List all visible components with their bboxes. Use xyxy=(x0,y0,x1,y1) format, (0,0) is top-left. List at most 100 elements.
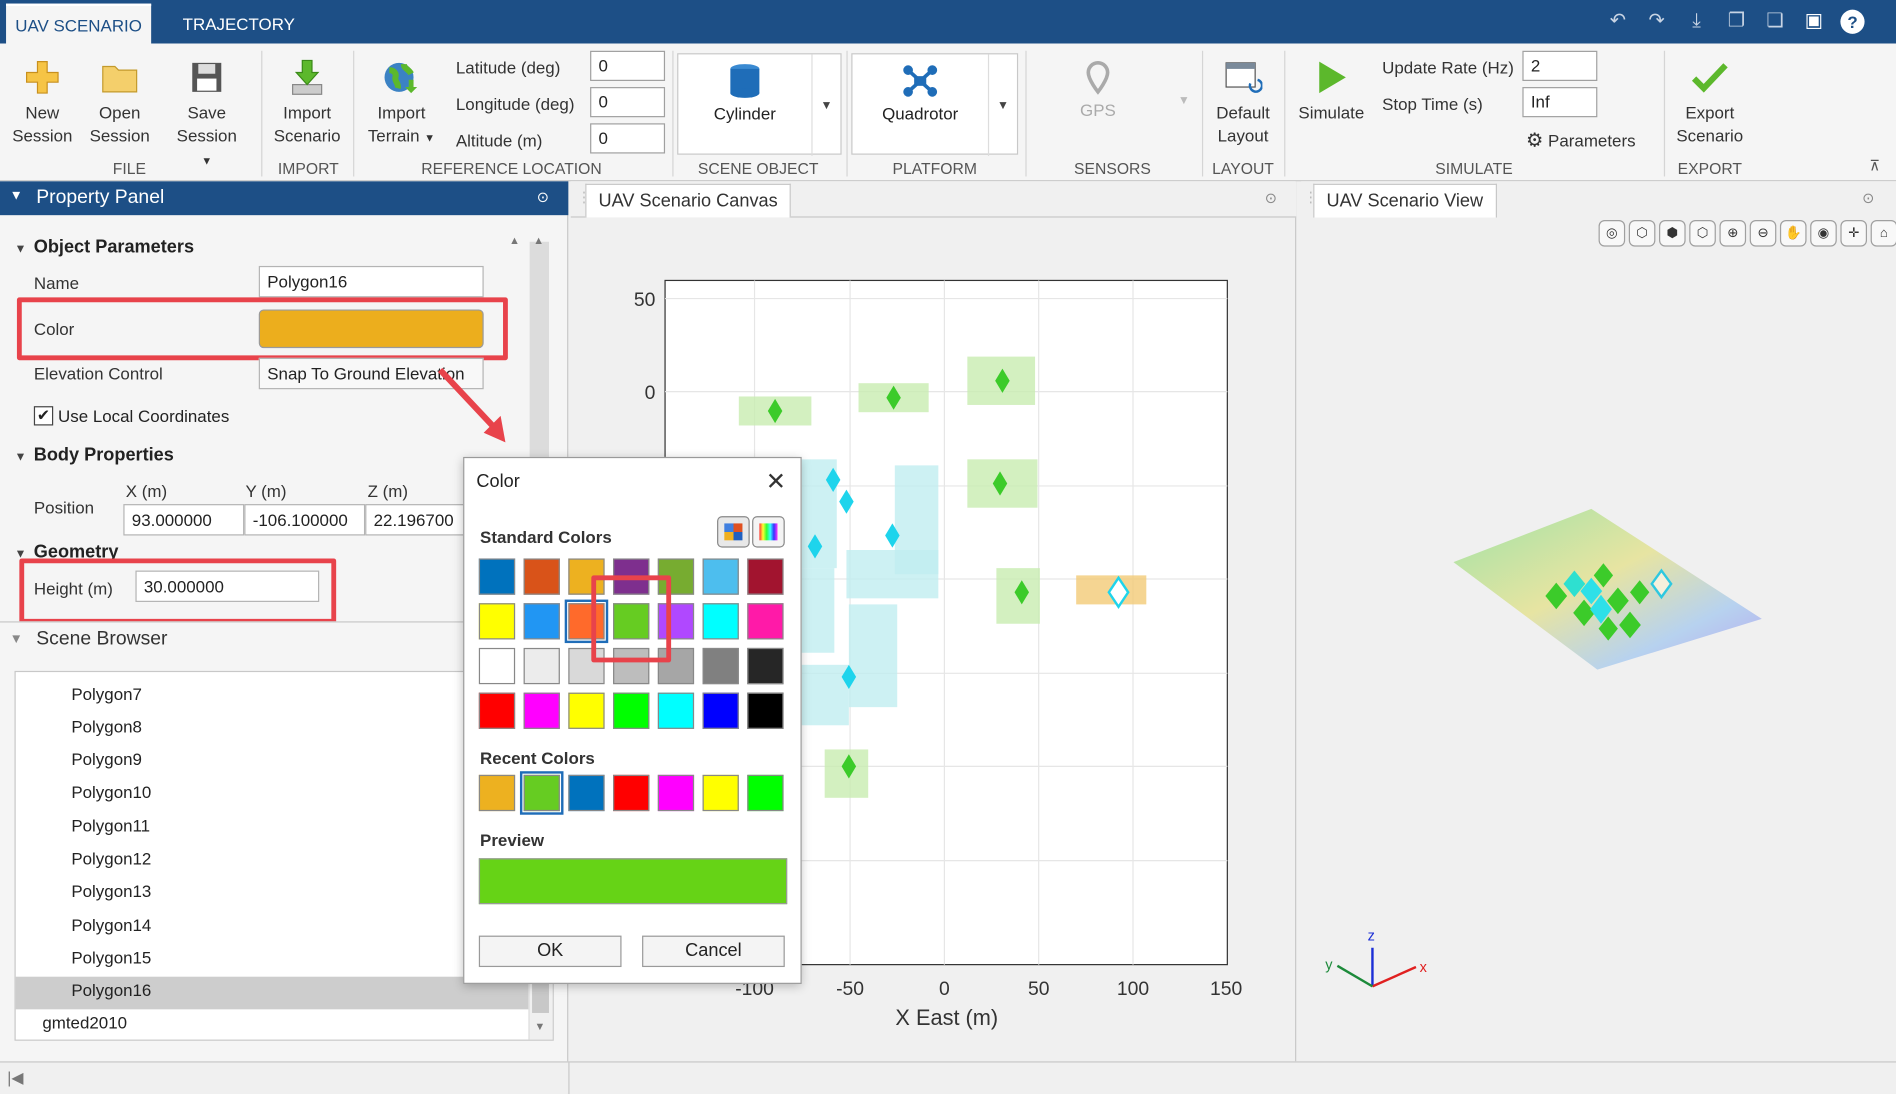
color-swatch[interactable] xyxy=(702,603,739,640)
data-cursor-icon[interactable]: ✛ xyxy=(1840,220,1868,247)
close-icon[interactable]: ✕ xyxy=(766,467,786,497)
color-swatch[interactable] xyxy=(523,647,560,685)
view-tab[interactable]: UAV Scenario View xyxy=(1313,183,1497,218)
pan-hand-icon[interactable]: ✋ xyxy=(1779,220,1807,247)
scroll-thumb[interactable] xyxy=(532,981,549,1013)
quadrotor-item[interactable]: Quadrotor xyxy=(852,54,987,123)
open-session-button[interactable]: Open Session xyxy=(85,53,155,147)
simulate-button[interactable]: Simulate xyxy=(1291,53,1371,124)
custom-color-button[interactable] xyxy=(752,516,785,548)
import-terrain-button[interactable]: Import Terrain ▼ xyxy=(358,53,445,150)
recent-color-swatch[interactable] xyxy=(657,774,695,812)
panel-menu-icon[interactable]: ⊙ xyxy=(1265,190,1277,207)
chevron-down-icon[interactable]: ▼ xyxy=(811,54,840,156)
export-scenario-button[interactable]: Export Scenario xyxy=(1669,53,1751,147)
tree-item[interactable]: Polygon13 xyxy=(71,881,151,900)
copy-icon[interactable]: ❐ xyxy=(1724,10,1748,34)
palette-view-button[interactable] xyxy=(717,516,750,548)
recent-color-swatch[interactable] xyxy=(478,774,516,812)
tree-item[interactable]: Polygon16 xyxy=(71,980,151,999)
polygon[interactable] xyxy=(848,604,898,708)
tab-uav-scenario[interactable]: UAV SCENARIO xyxy=(6,3,152,44)
color-swatch[interactable] xyxy=(747,558,784,595)
recent-color-swatch[interactable] xyxy=(613,774,650,812)
new-session-button[interactable]: New Session xyxy=(7,53,77,147)
cube-front-icon[interactable]: ⬢ xyxy=(1659,220,1686,247)
color-swatch[interactable] xyxy=(523,603,560,640)
update-rate-input[interactable]: 2 xyxy=(1522,50,1598,81)
color-swatch[interactable] xyxy=(747,647,784,685)
default-layout-button[interactable]: Default Layout xyxy=(1207,53,1280,147)
polygon[interactable] xyxy=(800,664,849,726)
parameters-button[interactable]: ⚙ Parameters xyxy=(1526,128,1636,152)
cancel-button[interactable]: Cancel xyxy=(642,935,785,968)
cylinder-item[interactable]: Cylinder xyxy=(678,54,811,123)
color-swatch[interactable] xyxy=(657,692,695,729)
cube-top-icon[interactable]: ⬡ xyxy=(1628,220,1656,247)
cube-side-icon[interactable]: ⬡ xyxy=(1689,220,1716,247)
tree-item[interactable]: Polygon12 xyxy=(71,849,151,868)
tree-item[interactable]: Polygon9 xyxy=(71,749,142,768)
home-icon[interactable]: ⌂ xyxy=(1870,220,1896,247)
chevron-down-icon[interactable]: ▼ xyxy=(987,54,1017,156)
tree-item[interactable]: Polygon11 xyxy=(71,816,150,835)
zoom-in-icon[interactable]: ⊕ xyxy=(1719,220,1747,247)
color-swatch[interactable] xyxy=(747,603,784,640)
color-swatch[interactable] xyxy=(702,558,739,595)
body-properties-section[interactable]: ▼ Body Properties xyxy=(15,445,174,466)
recent-color-swatch[interactable] xyxy=(702,774,739,812)
longitude-input[interactable]: 0 xyxy=(590,87,666,118)
collapse-icon[interactable]: ▼ xyxy=(10,632,23,647)
tree-item[interactable]: Polygon15 xyxy=(71,948,151,967)
recent-color-swatch[interactable] xyxy=(568,774,605,812)
tree-item[interactable]: Polygon7 xyxy=(71,684,142,703)
color-swatch[interactable] xyxy=(568,692,605,729)
latitude-input[interactable]: 0 xyxy=(590,50,666,81)
cut-icon[interactable]: ⤓ xyxy=(1684,10,1708,34)
color-swatch[interactable] xyxy=(478,603,516,640)
collapse-toolstrip-icon[interactable]: ⊼ xyxy=(1869,157,1880,174)
object-parameters-section[interactable]: ▼ Object Parameters xyxy=(15,237,195,258)
panel-menu-icon[interactable]: ⊙ xyxy=(1862,190,1874,207)
paste-icon[interactable]: ❏ xyxy=(1763,10,1787,34)
tree-item[interactable]: Polygon14 xyxy=(71,915,151,934)
scroll-up-icon[interactable]: ▲ xyxy=(533,235,544,247)
collapse-icon[interactable]: ▼ xyxy=(10,189,23,204)
color-swatch[interactable] xyxy=(478,692,516,729)
save-session-button[interactable]: Save Session ▼ xyxy=(169,53,244,173)
color-swatch[interactable] xyxy=(523,558,560,595)
zoom-out-icon[interactable]: ⊖ xyxy=(1749,220,1777,247)
scroll-down-icon[interactable]: ▼ xyxy=(534,1020,545,1032)
stop-time-input[interactable]: Inf xyxy=(1522,87,1598,118)
altitude-input[interactable]: 0 xyxy=(590,123,666,154)
scroll-up-icon[interactable]: ▲ xyxy=(509,235,520,247)
tree-root-item[interactable]: gmted2010 xyxy=(42,1013,127,1032)
color-swatch[interactable] xyxy=(613,692,650,729)
position-y-input[interactable]: -106.100000 xyxy=(244,504,366,536)
color-swatch[interactable] xyxy=(523,692,560,729)
polygon[interactable] xyxy=(800,568,835,653)
panel-menu-icon[interactable]: ⊙ xyxy=(537,189,549,206)
help-icon[interactable]: ? xyxy=(1840,9,1865,34)
color-swatch[interactable] xyxy=(702,647,739,685)
color-swatch[interactable] xyxy=(478,647,516,685)
color-swatch[interactable] xyxy=(747,692,784,729)
position-z-input[interactable]: 22.196700 xyxy=(365,504,475,536)
rotate-icon[interactable]: ◎ xyxy=(1598,220,1626,247)
ok-button[interactable]: OK xyxy=(478,935,622,968)
color-swatch[interactable] xyxy=(478,558,516,595)
tree-item[interactable]: Polygon10 xyxy=(71,782,151,801)
tab-trajectory[interactable]: TRAJECTORY xyxy=(169,4,308,44)
undo-icon[interactable]: ↶ xyxy=(1606,10,1630,34)
scenario-3d-view[interactable]: z x y xyxy=(1301,254,1896,1061)
redo-icon[interactable]: ↷ xyxy=(1645,10,1669,34)
recent-color-swatch[interactable] xyxy=(519,771,564,815)
import-scenario-button[interactable]: Import Scenario xyxy=(268,53,345,147)
scene-object-gallery[interactable]: Cylinder ▼ xyxy=(677,53,842,156)
name-input[interactable]: Polygon16 xyxy=(258,265,484,298)
save-icon[interactable]: ▣ xyxy=(1802,10,1826,34)
platform-gallery[interactable]: Quadrotor ▼ xyxy=(851,53,1019,156)
polygon[interactable] xyxy=(846,550,939,599)
recent-color-swatch[interactable] xyxy=(747,774,784,812)
tree-item[interactable]: Polygon8 xyxy=(71,717,142,736)
